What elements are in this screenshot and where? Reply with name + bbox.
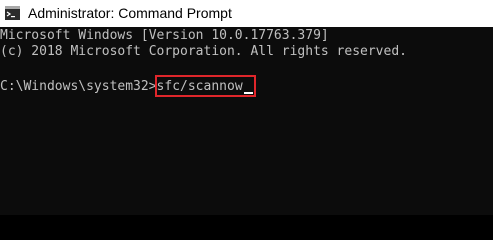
console-area[interactable]: Microsoft Windows [Version 10.0.17763.37… [0, 27, 493, 215]
command-prompt-window: Administrator: Command Prompt Microsoft … [0, 0, 493, 215]
title-bar[interactable]: Administrator: Command Prompt [0, 0, 493, 27]
window-title: Administrator: Command Prompt [28, 5, 232, 21]
version-line: Microsoft Windows [Version 10.0.17763.37… [0, 28, 329, 43]
prompt-text: C:\Windows\system32> [0, 79, 157, 94]
cmd-icon [5, 6, 20, 20]
copyright-line: (c) 2018 Microsoft Corporation. All righ… [0, 44, 407, 59]
command-highlight-box [155, 75, 256, 97]
